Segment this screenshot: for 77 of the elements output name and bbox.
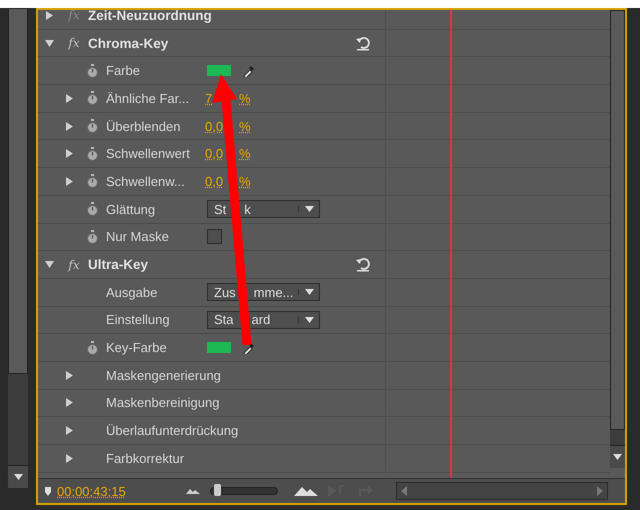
expand-triangle-icon[interactable] bbox=[64, 149, 74, 158]
expand-triangle-icon[interactable] bbox=[64, 176, 74, 186]
dropdown-value: St bbox=[214, 202, 226, 217]
dropdown-value: mme... bbox=[254, 284, 294, 300]
stopwatch-icon[interactable] bbox=[86, 174, 98, 188]
eyedropper-icon[interactable] bbox=[243, 64, 255, 77]
value-unit[interactable]: % bbox=[239, 90, 251, 106]
parameter-label: Schwellenwert bbox=[106, 146, 191, 162]
caret-icon bbox=[304, 316, 314, 323]
stopwatch-icon[interactable] bbox=[86, 119, 98, 134]
timecode[interactable]: 00;00;43;15 bbox=[57, 484, 126, 498]
eyedropper-icon[interactable] bbox=[243, 342, 255, 354]
value-unit[interactable]: % bbox=[239, 118, 251, 134]
parameter-label: Überblenden bbox=[106, 118, 182, 134]
dropdown-value: ard bbox=[252, 312, 270, 328]
reset-icon[interactable] bbox=[355, 36, 371, 51]
zoom-out-icon[interactable] bbox=[186, 488, 200, 494]
expand-triangle-icon[interactable] bbox=[64, 426, 74, 436]
reset-icon[interactable] bbox=[355, 257, 371, 272]
zoom-slider[interactable] bbox=[210, 487, 278, 495]
color-swatch[interactable] bbox=[207, 65, 231, 76]
effect-name: Zeit-Neuzuordnung bbox=[88, 10, 212, 23]
scrollbar-thumb[interactable] bbox=[8, 8, 28, 374]
parameter-label: Ähnliche Far... bbox=[106, 90, 190, 106]
collapse-triangle-icon[interactable] bbox=[44, 260, 54, 270]
effect-name: Chroma-Key bbox=[88, 36, 168, 51]
parameter-label: Key-Farbe bbox=[106, 340, 168, 356]
dropdown-value: Zus bbox=[214, 284, 236, 300]
expand-triangle-icon[interactable] bbox=[64, 94, 74, 103]
fx-toggle[interactable]: fx bbox=[68, 36, 80, 50]
parameter-label: Einstellung bbox=[106, 312, 171, 328]
dropdown-value: Sta bbox=[214, 312, 234, 328]
parameter-label: Farbe bbox=[106, 63, 141, 78]
color-swatch[interactable] bbox=[207, 342, 231, 354]
dropdown[interactable]: Zus mme... bbox=[207, 283, 320, 302]
parameter-label: Nur Maske bbox=[106, 229, 170, 244]
value-field[interactable]: 0,0 bbox=[205, 146, 224, 162]
parameter-label: Farbkorrektur bbox=[106, 450, 186, 466]
dropdown-value: k bbox=[244, 202, 251, 217]
effect-name: Ultra-Key bbox=[88, 257, 148, 272]
scroll-down-button[interactable] bbox=[8, 465, 28, 488]
scroll-down-button[interactable] bbox=[610, 445, 625, 468]
value-field[interactable]: 0,0 bbox=[205, 174, 224, 189]
caret-icon bbox=[304, 206, 314, 212]
zoom-in-icon[interactable] bbox=[294, 486, 318, 496]
value-unit[interactable]: % bbox=[239, 146, 251, 162]
stopwatch-icon[interactable] bbox=[86, 340, 98, 355]
expand-triangle-icon[interactable] bbox=[64, 454, 74, 463]
stopwatch-icon[interactable] bbox=[86, 230, 98, 244]
slider-thumb[interactable] bbox=[214, 484, 221, 496]
stopwatch-icon[interactable] bbox=[86, 146, 98, 161]
collapse-triangle-icon[interactable] bbox=[44, 38, 54, 48]
expand-triangle-icon[interactable] bbox=[64, 398, 74, 408]
value-field[interactable]: 0,0 bbox=[205, 118, 224, 134]
caret-icon bbox=[613, 454, 622, 460]
expand-triangle-icon[interactable] bbox=[44, 10, 54, 20]
caret-icon bbox=[304, 289, 314, 296]
expand-triangle-icon[interactable] bbox=[64, 122, 74, 131]
caret-icon bbox=[14, 474, 22, 480]
parameter-label: Ausgabe bbox=[106, 284, 158, 300]
expand-triangle-icon[interactable] bbox=[64, 370, 74, 380]
parameter-label: Maskengenerierung bbox=[106, 368, 222, 383]
checkbox[interactable] bbox=[207, 229, 222, 244]
dropdown[interactable]: Sta ard bbox=[207, 310, 320, 329]
parameter-label: Maskenbereinigung bbox=[106, 395, 220, 410]
stopwatch-icon[interactable] bbox=[86, 202, 98, 216]
parameter-label: Glättung bbox=[106, 202, 156, 217]
dropdown[interactable]: St k bbox=[207, 200, 320, 218]
fx-toggle[interactable]: fx bbox=[68, 258, 80, 272]
parameter-label: Überlaufunterdrückung bbox=[106, 423, 240, 438]
marker-icon[interactable] bbox=[44, 486, 52, 496]
stopwatch-icon[interactable] bbox=[86, 64, 98, 78]
parameter-label: Schwellenw... bbox=[106, 174, 186, 189]
value-field[interactable]: 7 bbox=[205, 90, 212, 106]
vertical-scrollbar[interactable] bbox=[8, 8, 28, 488]
stopwatch-icon[interactable] bbox=[86, 91, 98, 106]
value-unit[interactable]: % bbox=[239, 174, 251, 189]
